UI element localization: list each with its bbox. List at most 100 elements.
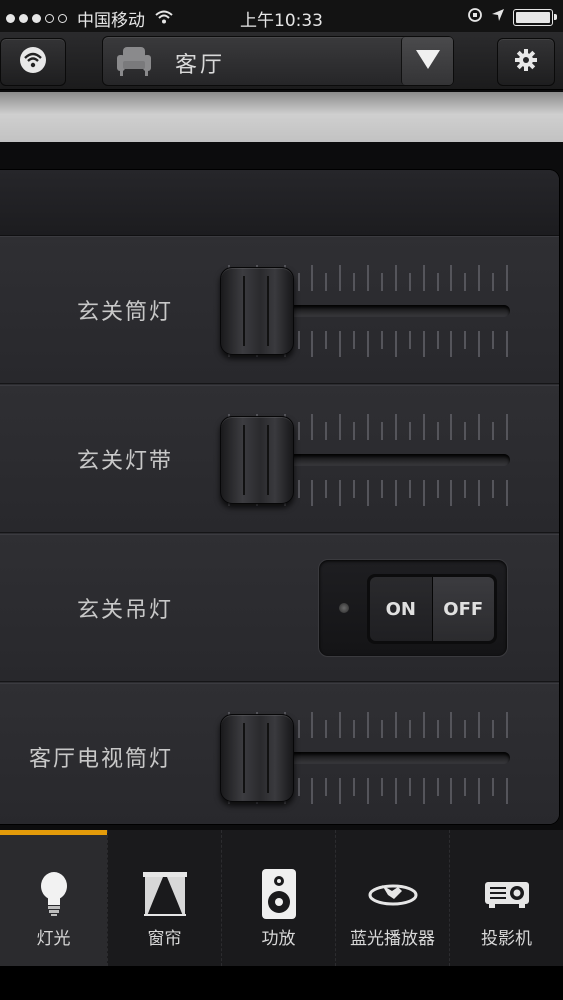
wifi-button[interactable] [0,38,66,86]
slider-tick [450,778,453,804]
room-name: 客厅 [175,53,226,78]
lightbulb-icon [39,868,69,920]
control-label: 玄关灯带 [76,449,173,474]
slider-tick [325,778,328,796]
slider-tick [464,422,467,440]
slider-knob[interactable] [220,714,294,802]
slider-tick [506,265,508,291]
slider-tick [380,273,383,291]
slider-tick [506,414,508,440]
slider-tick [408,422,411,440]
slider-tick [450,414,453,440]
room-selector[interactable]: 客厅 [102,36,454,86]
room-dropdown-button[interactable] [401,37,453,85]
slider-tick [492,778,495,796]
slider-tick [353,480,356,498]
slider-tick [408,720,411,738]
tab-lights[interactable]: 灯光 [0,830,107,966]
tab-projector[interactable]: 投影机 [449,830,563,966]
slider-track[interactable] [284,752,510,764]
on-button[interactable]: ON [370,577,432,641]
slider-tick [492,480,495,498]
slider-tick [297,331,300,349]
slider-tick [325,720,328,738]
control-row: 玄关吊灯 ON OFF [0,534,559,682]
slider-tick [394,331,397,357]
slider-tick [492,331,495,349]
slider-tick [367,414,369,440]
armchair-icon [115,45,153,81]
tab-label: 功放 [261,929,296,949]
slider-tick [478,414,481,440]
slider-tick [422,712,425,738]
slider-tick [367,265,369,291]
slider-tick [492,273,495,291]
slider-tick [450,331,453,357]
slider-tick [408,778,411,796]
projector-icon [483,868,531,920]
slider-knob[interactable] [220,267,294,355]
dimmer-slider[interactable] [218,702,512,814]
slider-tick [422,265,425,291]
slider-track[interactable] [284,454,510,466]
tab-label: 灯光 [36,929,71,949]
slider-track[interactable] [284,305,510,317]
slider-tick [353,422,356,440]
slider-tick [339,265,342,291]
slider-tick [478,712,481,738]
slider-tick [464,480,467,498]
status-led [339,603,349,613]
slider-tick [436,720,439,738]
location-icon [491,8,505,26]
tab-bluray[interactable]: 蓝光播放器 [335,830,449,966]
slider-tick [311,414,314,440]
slider-tick [367,778,369,804]
slider-tick [422,778,425,804]
slider-tick [436,273,439,291]
slider-tick [464,778,467,796]
slider-tick [325,480,328,498]
dimmer-slider[interactable] [218,404,512,516]
slider-tick [506,480,508,506]
bottom-tab-bar: 灯光 窗帘 功放 蓝光播放器 投影机 [0,830,563,966]
slider-tick [325,331,328,349]
gear-icon [514,48,538,76]
slider-tick [297,273,300,291]
panel-header [0,170,559,236]
slider-tick [339,480,342,506]
slider-tick [311,331,314,357]
slider-tick [408,480,411,498]
slider-tick [492,422,495,440]
slider-tick [478,331,481,357]
slider-tick [492,720,495,738]
slider-tick [380,422,383,440]
device-panel: 玄关筒灯 玄关灯带 玄关吊灯 ON OFF 客厅电视筒灯 [0,170,559,824]
tab-label: 蓝光播放器 [350,929,435,949]
slider-tick [464,273,467,291]
slider-tick [380,480,383,498]
slider-tick [353,273,356,291]
slider-tick [367,480,369,506]
slider-tick [353,331,356,349]
dimmer-slider[interactable] [218,255,512,367]
slider-tick [394,712,397,738]
slider-tick [478,778,481,804]
triangle-down-icon [415,48,441,74]
speaker-icon [261,868,297,920]
off-button[interactable]: OFF [431,577,494,641]
slider-tick [339,712,342,738]
tab-curtains[interactable]: 窗帘 [107,830,221,966]
settings-button[interactable] [497,38,555,86]
slider-tick [436,422,439,440]
slider-tick [367,331,369,357]
slider-tick [506,331,508,357]
status-bar: 中国移动 上午10:33 [0,0,563,32]
slider-tick [394,265,397,291]
tab-amplifier[interactable]: 功放 [221,830,335,966]
slider-tick [450,712,453,738]
slider-tick [339,778,342,804]
slider-tick [422,480,425,506]
slider-tick [506,712,508,738]
slider-tick [353,720,356,738]
slider-knob[interactable] [220,416,294,504]
